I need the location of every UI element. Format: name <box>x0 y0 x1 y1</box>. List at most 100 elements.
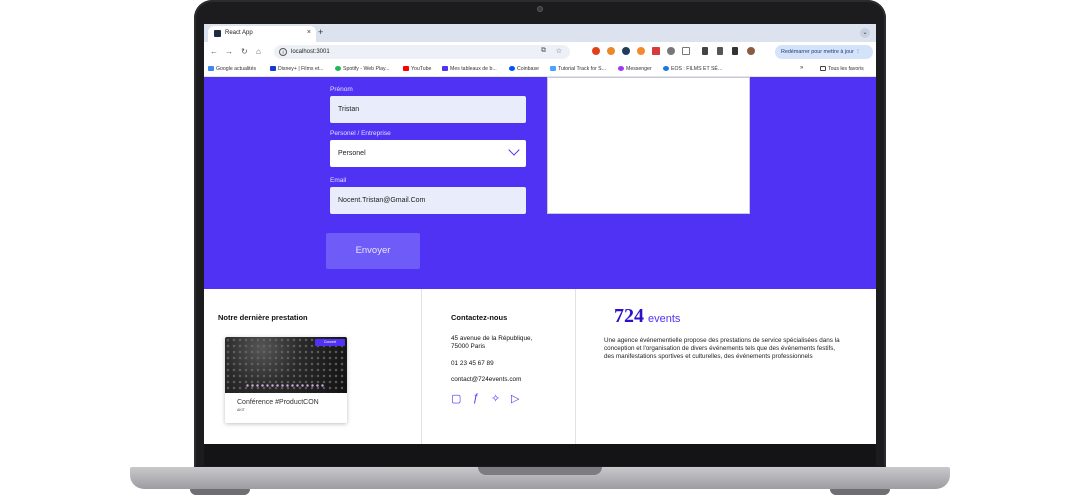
extension-metamask-icon[interactable] <box>607 47 615 55</box>
webcam <box>537 6 543 12</box>
side-panel-icon[interactable] <box>732 47 738 55</box>
install-icon[interactable]: ⧉ <box>541 47 546 55</box>
restart-update-button[interactable]: Redémarrer pour mettre à jour ⋮ <box>775 45 873 59</box>
bookmark-label: Disney+ | Films et... <box>278 66 324 72</box>
reload-icon[interactable]: ↻ <box>241 47 248 56</box>
twitter-icon[interactable]: ✧ <box>491 392 500 405</box>
event-card[interactable]: Concert Conférence #ProductCON AKIT <box>225 337 347 423</box>
tutorial-icon <box>550 66 556 71</box>
downloads-icon[interactable] <box>717 47 723 55</box>
tab-title: React App <box>225 30 253 36</box>
email-input[interactable]: Nocent.Tristan@Gmail.Com <box>330 187 526 214</box>
youtube-icon <box>403 66 409 71</box>
extension-ux-icon[interactable] <box>702 47 708 55</box>
bookmarks-bar: Google actualités Disney+ | Films et... … <box>204 62 876 77</box>
bookmark-disney[interactable]: Disney+ | Films et... <box>270 66 324 72</box>
prenom-input[interactable]: Tristan <box>330 96 526 123</box>
messenger-icon <box>618 66 624 71</box>
all-bookmarks-label: Tous les favoris <box>828 66 864 72</box>
contact-email[interactable]: contact@724events.com <box>451 376 521 384</box>
type-select[interactable]: Personel <box>330 140 526 167</box>
bookmark-messenger[interactable]: Messenger <box>618 66 652 72</box>
new-tab-icon[interactable]: + <box>318 27 323 37</box>
agency-description: Une agence événementielle propose des pr… <box>604 337 840 360</box>
bookmark-label: Tutorial Track for S... <box>558 66 606 72</box>
type-label: Personel / Entreprise <box>330 130 391 137</box>
disney-icon <box>270 66 276 71</box>
bookmark-youtube[interactable]: YouTube <box>403 66 431 72</box>
browser-tab[interactable]: React App × <box>208 26 316 42</box>
youtube-icon[interactable]: ▷ <box>511 392 519 405</box>
all-bookmarks[interactable]: Tous les favoris <box>820 66 864 72</box>
back-icon[interactable]: ← <box>210 47 218 56</box>
site-info-icon[interactable]: i <box>279 48 287 56</box>
profile-avatar[interactable] <box>747 47 755 55</box>
event-badge: Concert <box>315 339 345 346</box>
event-image: Concert <box>225 337 347 393</box>
bookmark-star-icon[interactable]: ☆ <box>556 47 562 55</box>
logo-number: 724 <box>614 305 644 327</box>
tab-bar: React App × + ⌄ <box>204 24 876 42</box>
contact-title: Contactez-nous <box>451 313 508 322</box>
extension-opera-icon[interactable] <box>592 47 600 55</box>
laptop-notch <box>478 467 602 475</box>
bookmark-spotify[interactable]: Spotify - Web Play... <box>335 66 390 72</box>
bookmark-trello[interactable]: Mes tableaux de b... <box>442 66 497 72</box>
contact-phone: 01 23 45 67 89 <box>451 360 494 367</box>
chevron-down-icon <box>508 144 520 156</box>
extension-figure-icon[interactable] <box>637 47 645 55</box>
bookmark-label: Mes tableaux de b... <box>450 66 497 72</box>
tab-close-icon[interactable]: × <box>307 29 311 36</box>
bookmark-label: Google actualités <box>216 66 257 72</box>
screen: React App × + ⌄ ← → ↻ ⌂ i localhost:3001… <box>204 24 876 444</box>
email-label: Email <box>330 177 347 184</box>
extension-puzzle-icon[interactable] <box>622 47 630 55</box>
contact-form-section: Prénom Tristan Personel / Entreprise Per… <box>204 77 876 289</box>
bookmark-label: YouTube <box>411 66 432 72</box>
laptop-foot-left <box>190 489 250 495</box>
bookmark-eos[interactable]: EOS : FILMS ET SÉ... <box>663 66 722 72</box>
bookmark-google-news[interactable]: Google actualités <box>208 66 256 72</box>
trello-icon <box>442 66 448 71</box>
extension-doc-icon[interactable] <box>682 47 690 55</box>
forward-icon[interactable]: → <box>225 47 233 56</box>
toolbar: ← → ↻ ⌂ i localhost:3001 ⧉ ☆ Redémarrer … <box>204 42 876 62</box>
event-image-crowd <box>245 383 325 389</box>
event-title: Conférence #ProductCON <box>237 399 319 406</box>
laptop-chin <box>204 444 876 466</box>
twitch-icon[interactable]: ▢ <box>451 392 461 405</box>
bookmark-tutorial[interactable]: Tutorial Track for S... <box>550 66 606 72</box>
footer-divider <box>421 289 422 444</box>
spotify-icon <box>335 66 341 71</box>
footer-divider <box>575 289 576 444</box>
more-bookmarks-icon[interactable]: » <box>800 65 803 71</box>
home-icon[interactable]: ⌂ <box>256 47 261 56</box>
footer: Notre dernière prestation Concert Confér… <box>204 289 876 444</box>
message-textarea[interactable] <box>547 77 750 214</box>
type-select-value: Personel <box>338 150 366 157</box>
address-bar[interactable]: i localhost:3001 ⧉ ☆ <box>274 45 570 59</box>
submit-button[interactable]: Envoyer <box>326 233 420 269</box>
extension-red-icon[interactable] <box>652 47 660 55</box>
bookmark-label: Spotify - Web Play... <box>343 66 390 72</box>
event-subtitle: AKIT <box>237 408 245 412</box>
bookmark-coinbase[interactable]: Coinbase <box>509 66 539 72</box>
bookmark-label: EOS : FILMS ET SÉ... <box>671 66 723 72</box>
facebook-icon[interactable]: ƒ <box>473 392 479 404</box>
url-text[interactable]: localhost:3001 <box>291 49 330 55</box>
extension-gray-icon[interactable] <box>667 47 675 55</box>
last-event-title: Notre dernière prestation <box>218 313 308 322</box>
address-line-2: 75000 Paris <box>451 343 486 350</box>
address-line-1: 45 avenue de la République, <box>451 335 533 342</box>
eos-icon <box>663 66 669 71</box>
bookmark-label: Messenger <box>626 66 652 72</box>
react-favicon-icon <box>214 30 221 37</box>
bookmark-label: Coinbase <box>517 66 539 72</box>
restart-label: Redémarrer pour mettre à jour <box>781 49 854 55</box>
laptop-foot-right <box>830 489 890 495</box>
prenom-label: Prénom <box>330 86 353 93</box>
coinbase-icon <box>509 66 515 71</box>
brand-logo: 724 events <box>614 305 680 328</box>
google-news-icon <box>208 66 214 71</box>
tab-search-icon[interactable]: ⌄ <box>860 28 870 38</box>
